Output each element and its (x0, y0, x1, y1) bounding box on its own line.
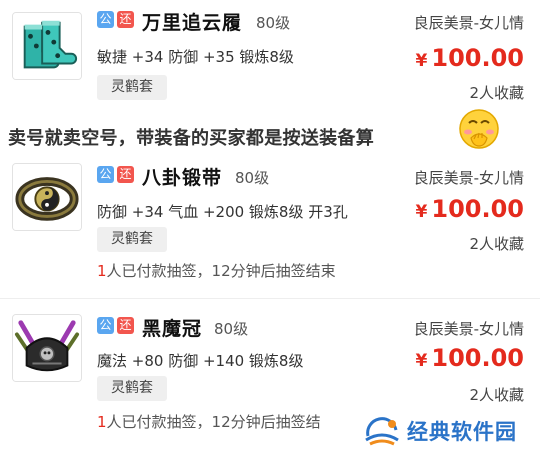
listing-card[interactable]: 公 还 万里追云履 80级 良辰美景-女儿情 敏捷 +34 防御 +35 锻炼8… (0, 0, 540, 102)
item-name: 万里追云履 (142, 12, 243, 34)
favorites-count: 2人收藏 (469, 84, 524, 102)
item-stats: 敏捷 +34 防御 +35 锻炼8级 (97, 48, 294, 66)
lottery-status: 1人已付款抽签，12分钟后抽签结 (97, 411, 321, 432)
item-level: 80级 (214, 320, 249, 338)
item-stats: 防御 +34 气血 +200 锻炼8级 开3孔 (97, 203, 348, 221)
favorites-count: 2人收藏 (469, 235, 524, 253)
site-logo-icon (365, 417, 399, 446)
overlay-caption: 卖号就卖空号，带装备的买家都是按送装备算 (8, 128, 374, 149)
return-badge: 还 (117, 166, 134, 183)
lottery-text: 人已付款抽签，12分钟后抽签结 (106, 413, 321, 431)
public-badge: 公 (97, 166, 114, 183)
price-value: 100.00 (431, 44, 524, 72)
divider (0, 298, 540, 299)
price-value: 100.00 (431, 344, 524, 372)
item-name: 八卦锻带 (142, 167, 223, 189)
lottery-count: 1 (97, 262, 107, 280)
watermark: 经典软件园 (352, 402, 540, 461)
item-stats: 魔法 +80 防御 +140 锻炼8级 (97, 352, 304, 370)
item-name: 黑魔冠 (142, 318, 203, 340)
lottery-text: 人已付款抽签，12分钟后抽签结束 (106, 262, 336, 280)
server-name: 良辰美景-女儿情 (413, 14, 524, 32)
price-value: 100.00 (431, 195, 524, 223)
price: ¥100.00 (416, 344, 524, 372)
currency-symbol: ¥ (415, 202, 428, 222)
return-badge: 还 (117, 317, 134, 334)
covering-mouth-emoji-icon (458, 108, 500, 150)
price: ¥100.00 (416, 44, 524, 72)
watermark-text: 经典软件园 (407, 420, 517, 444)
server-name: 良辰美景-女儿情 (413, 320, 524, 338)
return-badge: 还 (117, 11, 134, 28)
set-tag[interactable]: 灵鹤套 (97, 75, 167, 100)
lottery-status: 1人已付款抽签，12分钟后抽签结束 (97, 260, 336, 281)
public-badge: 公 (97, 11, 114, 28)
item-level: 80级 (256, 14, 291, 32)
currency-symbol: ¥ (415, 51, 428, 71)
listing-card[interactable]: 公 还 八卦锻带 80级 良辰美景-女儿情 防御 +34 气血 +200 锻炼8… (0, 155, 540, 290)
helmet-icon (12, 314, 82, 382)
lottery-count: 1 (97, 413, 107, 431)
item-level: 80级 (235, 169, 270, 187)
boots-icon (12, 12, 82, 80)
belt-icon (12, 163, 82, 231)
set-tag[interactable]: 灵鹤套 (97, 376, 167, 401)
set-tag[interactable]: 灵鹤套 (97, 227, 167, 252)
server-name: 良辰美景-女儿情 (413, 169, 524, 187)
price: ¥100.00 (416, 195, 524, 223)
public-badge: 公 (97, 317, 114, 334)
currency-symbol: ¥ (415, 351, 428, 371)
